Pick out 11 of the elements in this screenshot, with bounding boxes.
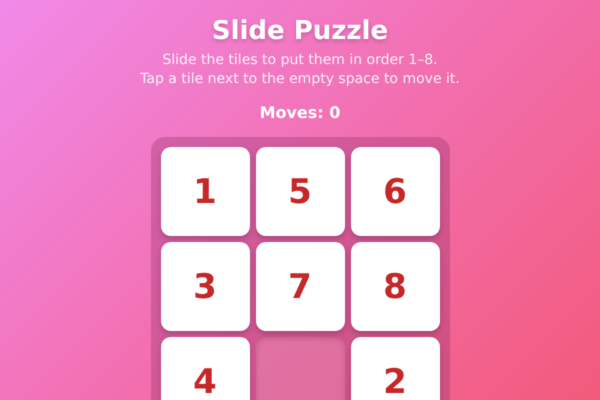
page-title: Slide Puzzle: [212, 15, 388, 47]
puzzle-tile[interactable]: 3: [160, 242, 250, 331]
instructions: Slide the tiles to put them in order 1–8. Tap a tile next to the empty space to move it.: [140, 51, 460, 89]
puzzle-tile[interactable]: 6: [350, 147, 440, 236]
puzzle-tile[interactable]: 1: [160, 147, 250, 236]
puzzle-tile[interactable]: 7: [256, 242, 344, 331]
puzzle-tile[interactable]: 5: [256, 147, 344, 236]
puzzle-tile[interactable]: 8: [350, 242, 440, 331]
puzzle-tile[interactable]: 2: [350, 337, 440, 400]
moves-counter: Moves: 0: [260, 103, 340, 123]
puzzle-tile[interactable]: 4: [160, 337, 250, 400]
